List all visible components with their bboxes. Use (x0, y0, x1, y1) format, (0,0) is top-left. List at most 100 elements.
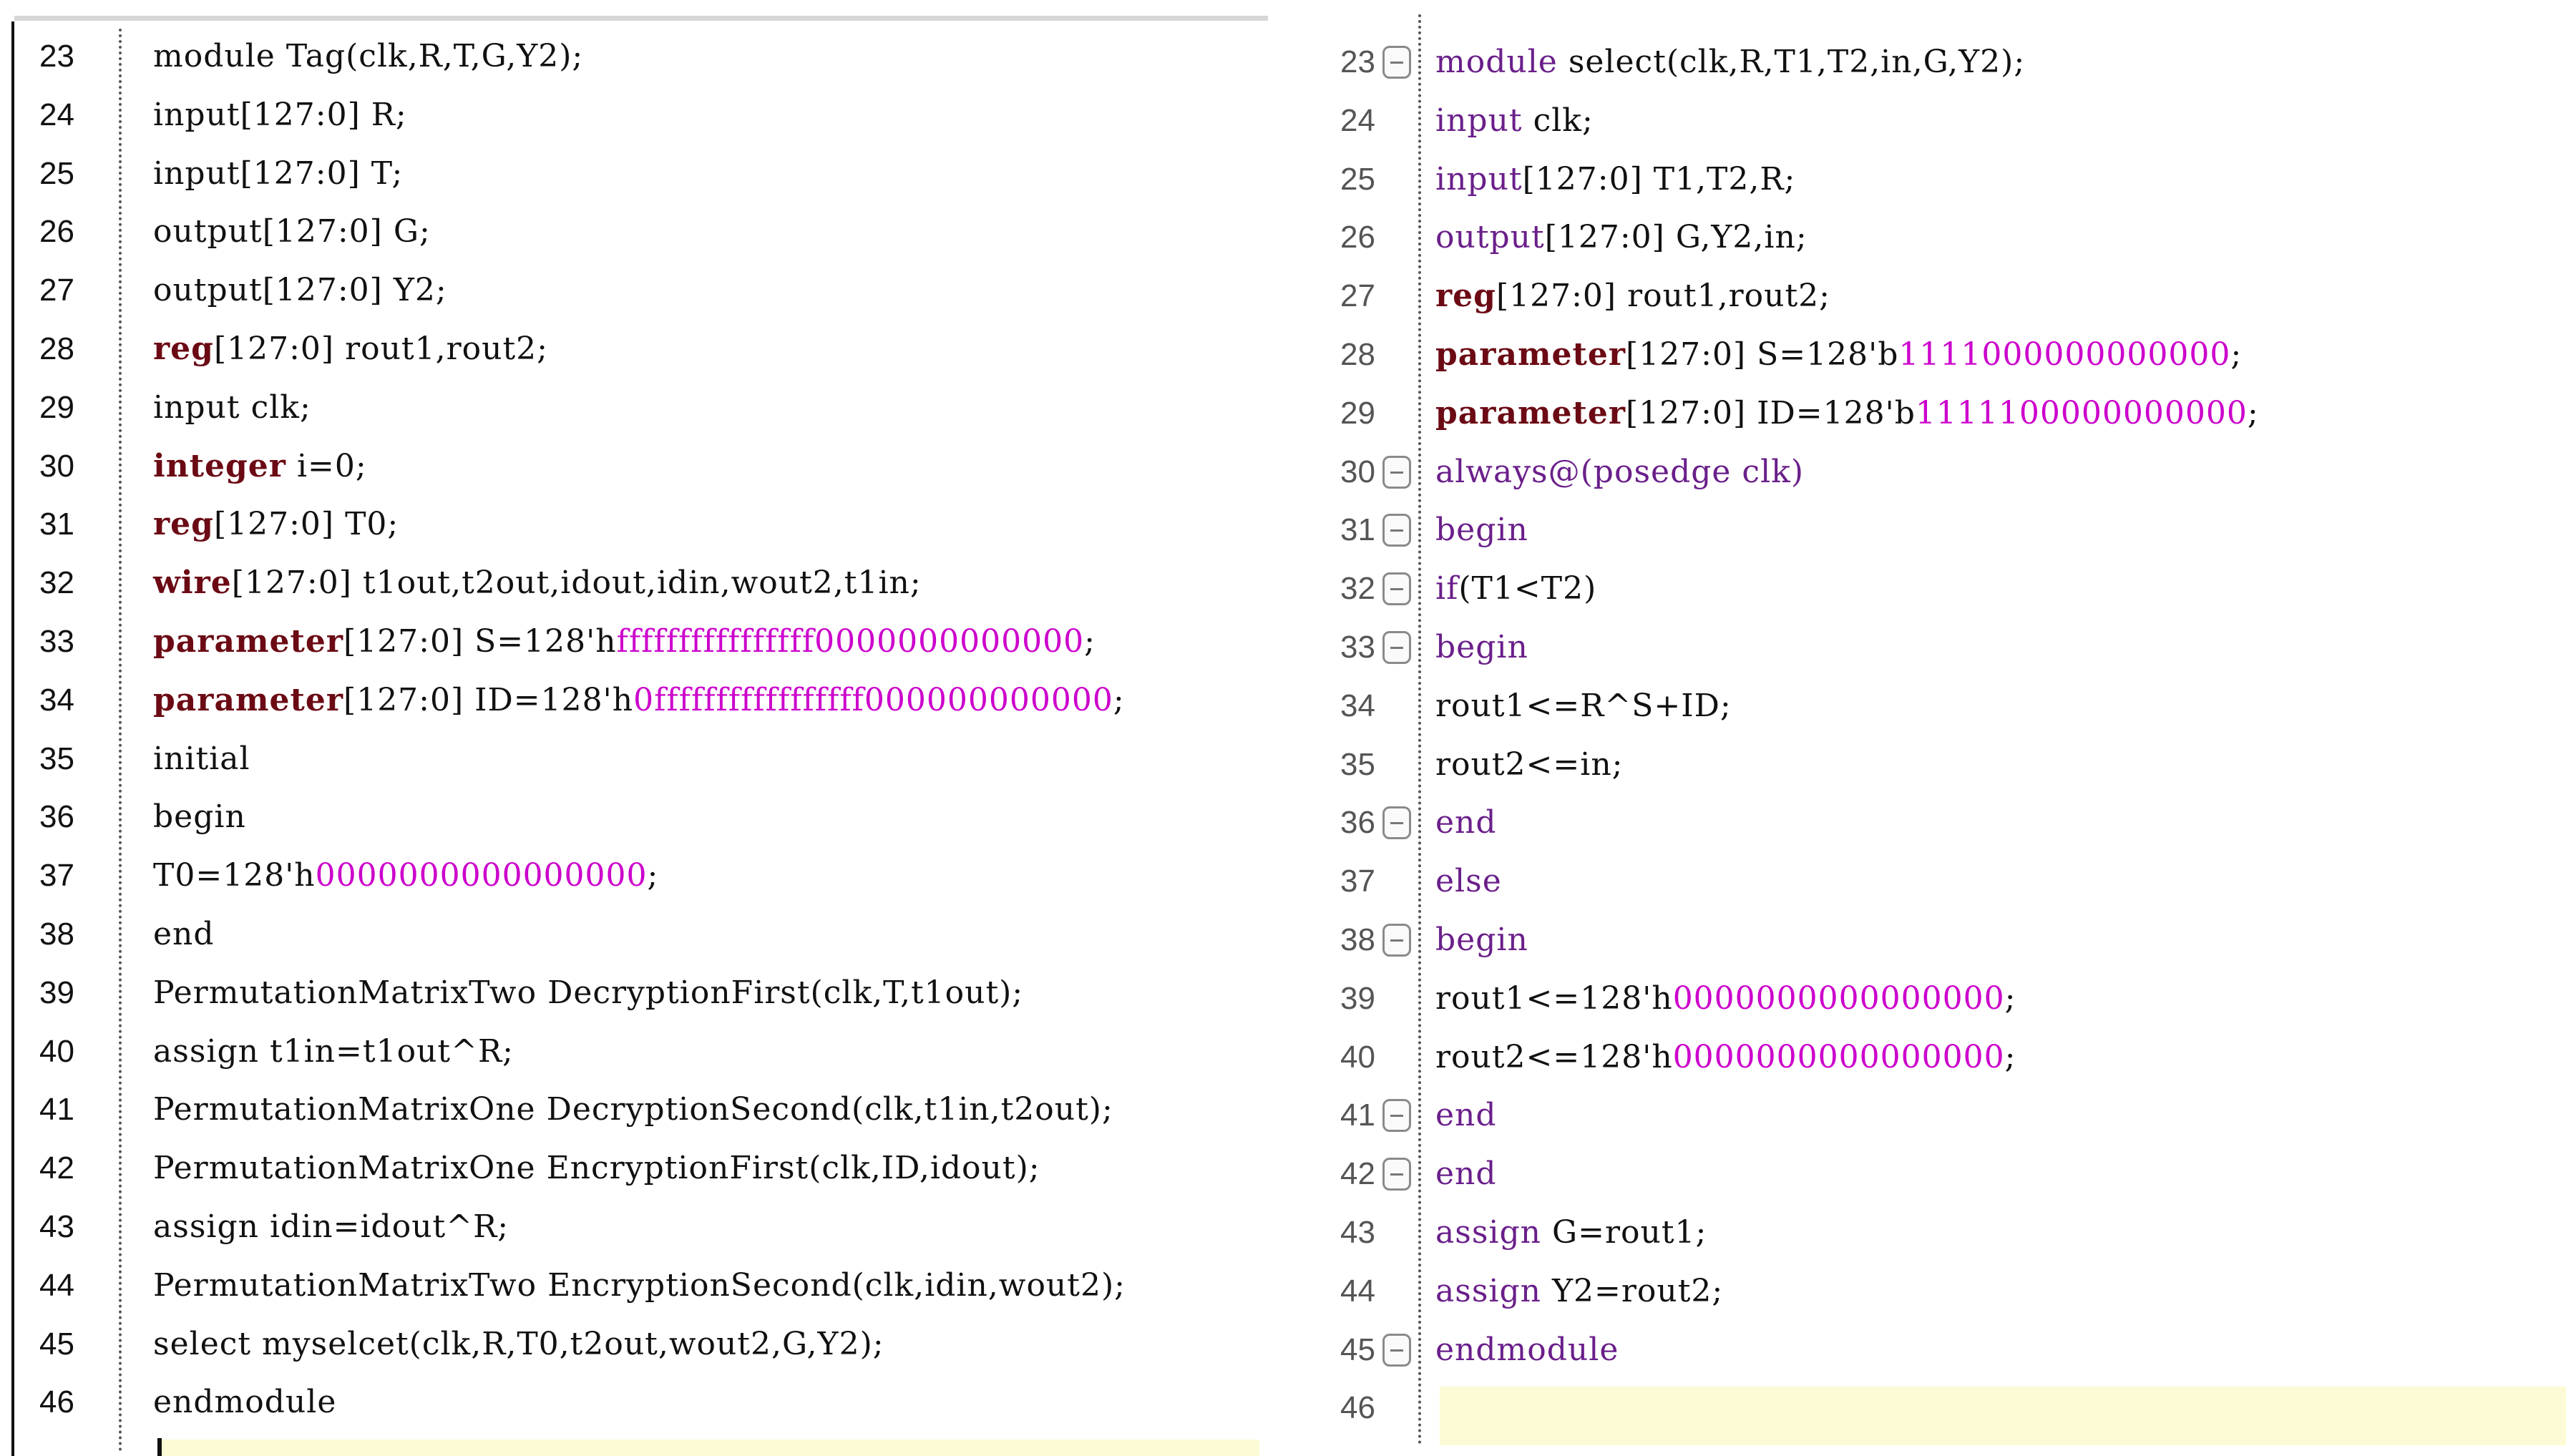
code-token: begin (153, 798, 246, 836)
code-token: PermutationMatrixTwo DecryptionFirst(clk… (153, 974, 1024, 1011)
code-line[interactable]: rout2<=in; (1435, 736, 1624, 794)
code-line[interactable]: PermutationMatrixTwo EncryptionSecond(cl… (153, 1256, 1126, 1315)
line-number: 37 (1340, 864, 1375, 899)
code-line[interactable]: output[127:0] G; (153, 202, 431, 261)
fold-toggle-icon[interactable] (1382, 806, 1411, 840)
code-line[interactable]: assign idin=idout^R; (153, 1198, 509, 1256)
code-line[interactable]: select myselcet(clk,R,T0,t2out,wout2,G,Y… (153, 1315, 884, 1374)
code-line[interactable]: PermutationMatrixOne EncryptionFirst(clk… (153, 1139, 1040, 1198)
code-token: rout1<=R^S+ID; (1435, 687, 1732, 724)
code-line[interactable]: assign t1in=t1out^R; (153, 1022, 514, 1081)
code-token: [127:0] t1out,t2out,idout,idin,wout2,t1i… (231, 565, 922, 602)
code-line[interactable]: begin (1435, 911, 1528, 969)
line-number: 40 (39, 1033, 74, 1069)
line-number: 42 (1340, 1156, 1375, 1192)
code-line[interactable]: rout1<=R^S+ID; (1435, 677, 1732, 736)
keyword-token: end (1435, 1097, 1497, 1134)
fold-toggle-icon[interactable] (1382, 1099, 1411, 1133)
fold-toggle-icon[interactable] (1382, 514, 1411, 547)
line-number: 36 (1340, 805, 1375, 841)
code-line[interactable]: end (1435, 1086, 1497, 1145)
code-line[interactable]: output[127:0] G,Y2,in; (1435, 208, 1808, 267)
code-line[interactable]: assign Y2=rout2; (1435, 1262, 1723, 1321)
code-token: endmodule (153, 1384, 337, 1421)
code-line[interactable]: initial (153, 730, 250, 788)
code-token: i=0; (286, 447, 367, 484)
code-token: ; (1084, 623, 1096, 660)
code-line[interactable]: always@(posedge clk) (1435, 443, 1804, 502)
keyword-token: input (1435, 102, 1523, 139)
code-line[interactable]: end (1435, 1145, 1497, 1203)
fold-toggle-icon[interactable] (1382, 455, 1411, 489)
code-line[interactable]: endmodule (153, 1373, 336, 1432)
code-line[interactable]: T0=128'h0000000000000000; (153, 846, 658, 905)
code-token: PermutationMatrixTwo EncryptionSecond(cl… (153, 1266, 1126, 1304)
fold-toggle-icon[interactable] (1382, 572, 1411, 606)
right-code-editor[interactable]: 23 module select(clk,R,T1,T2,in,G,Y2); 24 i… (1268, 0, 2566, 1456)
code-line[interactable]: parameter[127:0] ID=128'b111110000000000… (1435, 384, 2259, 443)
code-line[interactable]: integer i=0; (153, 437, 367, 496)
code-token: input[127:0] T; (153, 155, 404, 192)
code-line[interactable]: input clk; (1435, 92, 1594, 150)
line-number: 29 (1340, 395, 1375, 431)
fold-toggle-icon[interactable] (1382, 924, 1411, 957)
code-line[interactable]: parameter[127:0] S=128'b1111000000000000… (1435, 326, 2242, 384)
code-line[interactable]: input[127:0] T; (153, 145, 403, 203)
code-line[interactable]: parameter[127:0] ID=128'h0ffffffffffffff… (153, 671, 1125, 730)
code-token: PermutationMatrixOne DecryptionSecond(cl… (153, 1091, 1113, 1128)
code-line[interactable]: wire[127:0] t1out,t2out,idout,idin,wout2… (153, 554, 922, 612)
numeric-literal: 0fffffffffffffffff000000000000 (633, 681, 1113, 718)
fold-toggle-icon[interactable] (1382, 46, 1411, 79)
code-line[interactable]: endmodule (1435, 1321, 1619, 1379)
line-number: 42 (39, 1150, 74, 1186)
code-line[interactable]: module Tag(clk,R,T,G,Y2); (153, 27, 583, 86)
fold-toggle-icon[interactable] (1382, 631, 1411, 664)
line-number: 46 (39, 1384, 74, 1420)
code-line[interactable]: begin (1435, 501, 1528, 560)
code-token: rout2<=in; (1435, 746, 1624, 783)
code-line[interactable]: reg[127:0] rout1,rout2; (153, 320, 548, 378)
numeric-literal: ffffffffffffffff0000000000000 (616, 623, 1085, 660)
code-line[interactable]: module select(clk,R,T1,T2,in,G,Y2); (1435, 33, 2025, 92)
code-line[interactable]: PermutationMatrixOne DecryptionSecond(cl… (153, 1080, 1113, 1139)
code-token: [127:0] ID=128'h (343, 681, 634, 718)
code-line[interactable]: input[127:0] R; (153, 86, 407, 145)
fold-toggle-icon[interactable] (1382, 1158, 1411, 1191)
keyword-token: parameter (153, 681, 344, 718)
code-token: ; (2004, 1038, 2016, 1075)
code-token: ; (647, 857, 659, 894)
line-number: 45 (1340, 1332, 1375, 1367)
code-line[interactable]: rout1<=128'h0000000000000000; (1435, 969, 2016, 1028)
code-token: assign t1in=t1out^R; (153, 1032, 514, 1070)
line-number: 41 (1340, 1098, 1375, 1133)
code-line[interactable]: PermutationMatrixTwo DecryptionFirst(clk… (153, 964, 1023, 1022)
line-number: 26 (1340, 220, 1375, 255)
code-line[interactable]: begin (153, 788, 246, 846)
line-number: 43 (1340, 1215, 1375, 1250)
code-line[interactable]: output[127:0] Y2; (153, 261, 447, 320)
code-line[interactable]: reg[127:0] T0; (153, 495, 399, 554)
code-line[interactable]: rout2<=128'h0000000000000000; (1435, 1028, 2016, 1087)
fold-toggle-icon[interactable] (1382, 1333, 1411, 1367)
keyword-token: parameter (1435, 394, 1626, 431)
code-token: ; (1113, 681, 1125, 718)
line-number: 32 (39, 565, 74, 601)
line-number: 25 (39, 155, 74, 191)
line-number: 37 (39, 858, 74, 894)
code-token: Y2=rout2; (1541, 1272, 1724, 1309)
code-line[interactable]: reg[127:0] rout1,rout2; (1435, 267, 1830, 326)
code-line[interactable]: else (1435, 852, 1502, 911)
code-line[interactable]: if(T1<T2) (1435, 560, 1596, 618)
keyword-token: reg (153, 506, 214, 543)
code-line[interactable]: input[127:0] T1,T2,R; (1435, 150, 1795, 209)
left-code-editor[interactable]: 23 module Tag(clk,R,T,G,Y2); 24 input[127:0… (0, 0, 1268, 1456)
code-line[interactable]: begin (1435, 618, 1528, 677)
keyword-token: end (1435, 804, 1497, 841)
code-line[interactable]: parameter[127:0] S=128'hffffffffffffffff… (153, 612, 1096, 671)
code-line[interactable]: end (153, 905, 215, 964)
line-number: 46 (1340, 1390, 1375, 1426)
keyword-token: else (1435, 863, 1502, 900)
code-line[interactable]: input clk; (153, 378, 311, 437)
code-line[interactable]: assign G=rout1; (1435, 1203, 1707, 1262)
code-line[interactable]: end (1435, 793, 1497, 852)
